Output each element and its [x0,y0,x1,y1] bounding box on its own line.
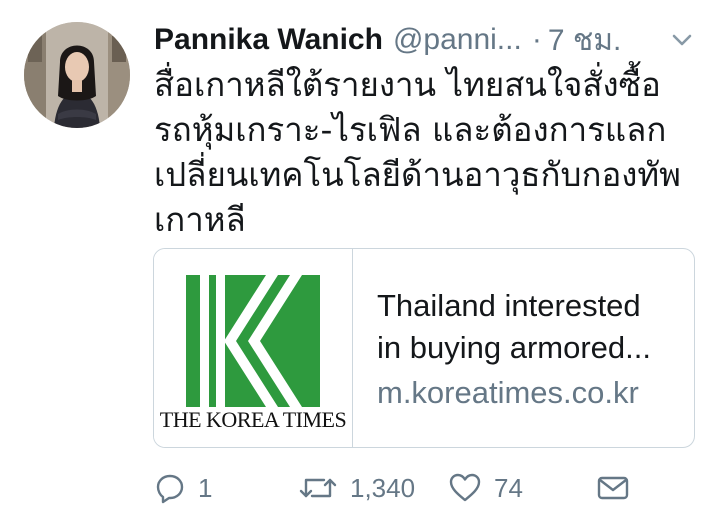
retweet-icon [299,478,337,498]
author-handle[interactable]: @panni... [393,23,522,57]
reply-icon [156,474,184,504]
card-title-line: Thailand interested [377,288,641,323]
tweet-actions: 1 1,340 74 [154,468,634,508]
card-body[interactable]: Thailand interested in buying armored...… [353,249,677,447]
heart-icon [449,473,481,502]
like-button[interactable]: 74 [448,468,523,508]
card-title: Thailand interested in buying armored... [377,285,677,369]
like-count: 74 [494,472,523,503]
retweet-count: 1,340 [350,472,416,503]
tweet-text-line: เปลี่ยนเทคโนโลยีด้านอาวุธกับกองทัพ [154,155,681,194]
chevron-down-icon[interactable] [668,26,696,54]
card-domain: m.koreatimes.co.kr [377,375,639,410]
author-name[interactable]: Pannika Wanich [154,23,383,57]
card-logo-text: THE KOREA TIMES [159,407,347,432]
tweet-text-line: รถหุ้มเกราะ-ไรเฟิล และต้องการแลก [154,110,667,149]
tweet-text-line: เกาหลี [154,200,246,239]
envelope-icon [597,476,629,500]
separator-dot: · [531,23,542,56]
tweet-header: Pannika Wanich @panni... · 7 ชม. [154,20,700,60]
retweet-button[interactable]: 1,340 [298,468,415,508]
reply-button[interactable]: 1 [154,468,212,508]
card-thumbnail[interactable]: THE KOREA TIMES [154,249,353,447]
tweet-text-line: สื่อเกาหลีใต้รายงาน ไทยสนใจสั่งซื้อ [154,65,661,104]
reply-count: 1 [198,472,213,503]
avatar[interactable] [24,22,130,128]
korea-times-logo-icon [186,275,320,407]
timestamp[interactable]: 7 ชม. [548,17,622,64]
direct-message-button[interactable] [596,468,630,508]
link-card[interactable]: THE KOREA TIMES Thailand interested in b… [153,248,695,448]
card-title-line: in buying armored... [377,330,651,365]
tweet-text: สื่อเกาหลีใต้รายงาน ไทยสนใจสั่งซื้อ รถหุ… [154,62,704,242]
